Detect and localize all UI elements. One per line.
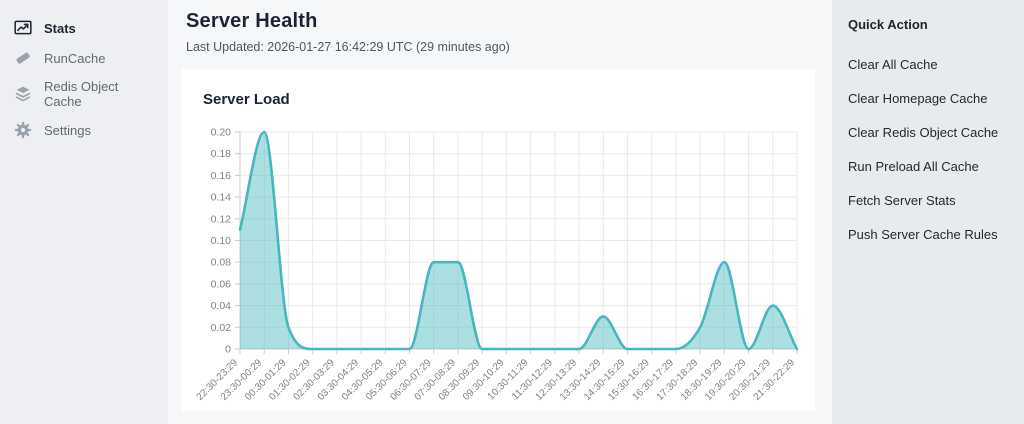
quick-actions-title: Quick Action (848, 17, 1014, 32)
svg-text:0.04: 0.04 (211, 300, 232, 312)
svg-text:0.10: 0.10 (211, 235, 232, 247)
svg-text:0.02: 0.02 (211, 322, 232, 334)
svg-text:0.18: 0.18 (211, 148, 232, 160)
svg-text:0.14: 0.14 (211, 192, 232, 204)
quick-actions-list: Clear All Cache Clear Homepage Cache Clear… (848, 57, 1014, 242)
chart-title: Server Load (203, 91, 290, 108)
sidebar-item-label: Stats (44, 21, 76, 36)
sidebar-item-redis-object-cache[interactable]: Redis Object Cache (0, 73, 168, 115)
sidebar-item-label: RunCache (44, 51, 105, 66)
svg-text:0.20: 0.20 (211, 127, 232, 139)
sidebar-item-runcache[interactable]: RunCache (0, 43, 168, 73)
quick-action-push-server-cache-rules[interactable]: Push Server Cache Rules (848, 227, 1014, 242)
sidebar-item-settings[interactable]: Settings (0, 115, 168, 145)
sidebar-nav: Stats RunCache Redis Object Cache Settings (0, 13, 168, 145)
sidebar-item-label: Redis Object Cache (44, 79, 154, 109)
quick-action-fetch-server-stats[interactable]: Fetch Server Stats (848, 193, 1014, 208)
chart-axis-labels: 0 0.02 0.04 0.06 0.08 0.10 0.12 0.14 0.16 0.18 0.2… (195, 127, 798, 403)
quick-action-clear-all-cache[interactable]: Clear All Cache (848, 57, 1014, 72)
server-load-chart: 0 0.02 0.04 0.06 0.08 0.10 0.12 0.14 0.16 0.18 0.2… (182, 69, 815, 411)
gear-icon (14, 121, 32, 139)
last-updated-text: Last Updated: 2026-01-27 16:42:29 UTC (2… (186, 40, 832, 54)
stats-chart-icon (14, 19, 32, 37)
svg-text:0.12: 0.12 (211, 213, 232, 225)
sidebar-item-stats[interactable]: Stats (0, 13, 168, 43)
left-sidebar: Stats RunCache Redis Object Cache Settings (0, 0, 168, 424)
quick-action-clear-redis-object-cache[interactable]: Clear Redis Object Cache (848, 125, 1014, 140)
sidebar-item-label: Settings (44, 123, 91, 138)
svg-text:0.08: 0.08 (211, 257, 232, 269)
server-load-card: Server Load 0 0.02 0.04 0.06 0.08 0.10 0.12 0.1… (182, 69, 815, 411)
quick-action-clear-homepage-cache[interactable]: Clear Homepage Cache (848, 91, 1014, 106)
layers-icon (14, 85, 32, 103)
main-content: Server Health Last Updated: 2026-01-27 1… (168, 0, 832, 424)
page-title: Server Health (186, 10, 832, 33)
svg-text:0: 0 (225, 344, 231, 356)
svg-text:0.06: 0.06 (211, 278, 232, 290)
quick-actions-panel: Quick Action Clear All Cache Clear Homepa… (832, 0, 1024, 424)
quick-action-run-preload-all-cache[interactable]: Run Preload All Cache (848, 159, 1014, 174)
svg-text:0.16: 0.16 (211, 170, 232, 182)
eraser-icon (14, 49, 32, 67)
